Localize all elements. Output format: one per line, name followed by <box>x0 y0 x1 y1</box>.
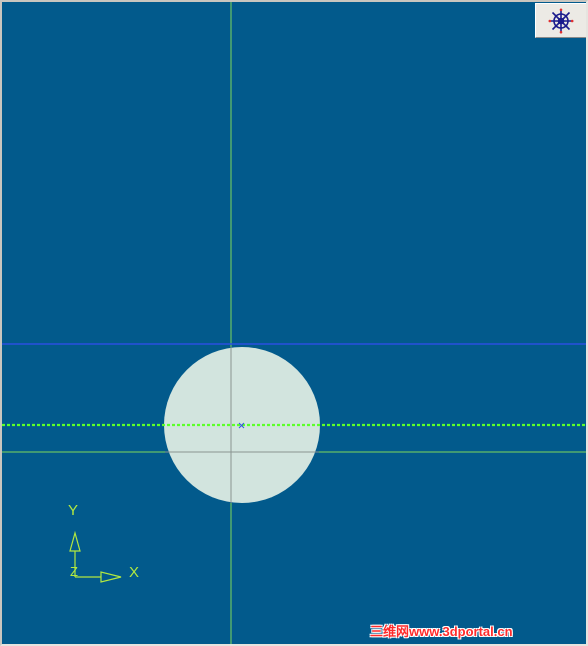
z-axis-label: Z <box>70 564 78 579</box>
watermark-text: 三维网www.3dportal.cn <box>370 624 513 639</box>
view-orientation-button[interactable] <box>535 3 586 38</box>
y-axis-label: Y <box>68 502 79 519</box>
y-axis-arrowhead <box>69 530 81 552</box>
x-axis-arrowhead <box>100 571 122 583</box>
sketch-viewport[interactable]: Y X Z 三维网www.3dportal.cn <box>0 0 588 646</box>
sketch-canvas[interactable] <box>2 2 588 646</box>
ship-wheel-icon <box>548 8 574 33</box>
x-axis-label: X <box>129 564 140 581</box>
